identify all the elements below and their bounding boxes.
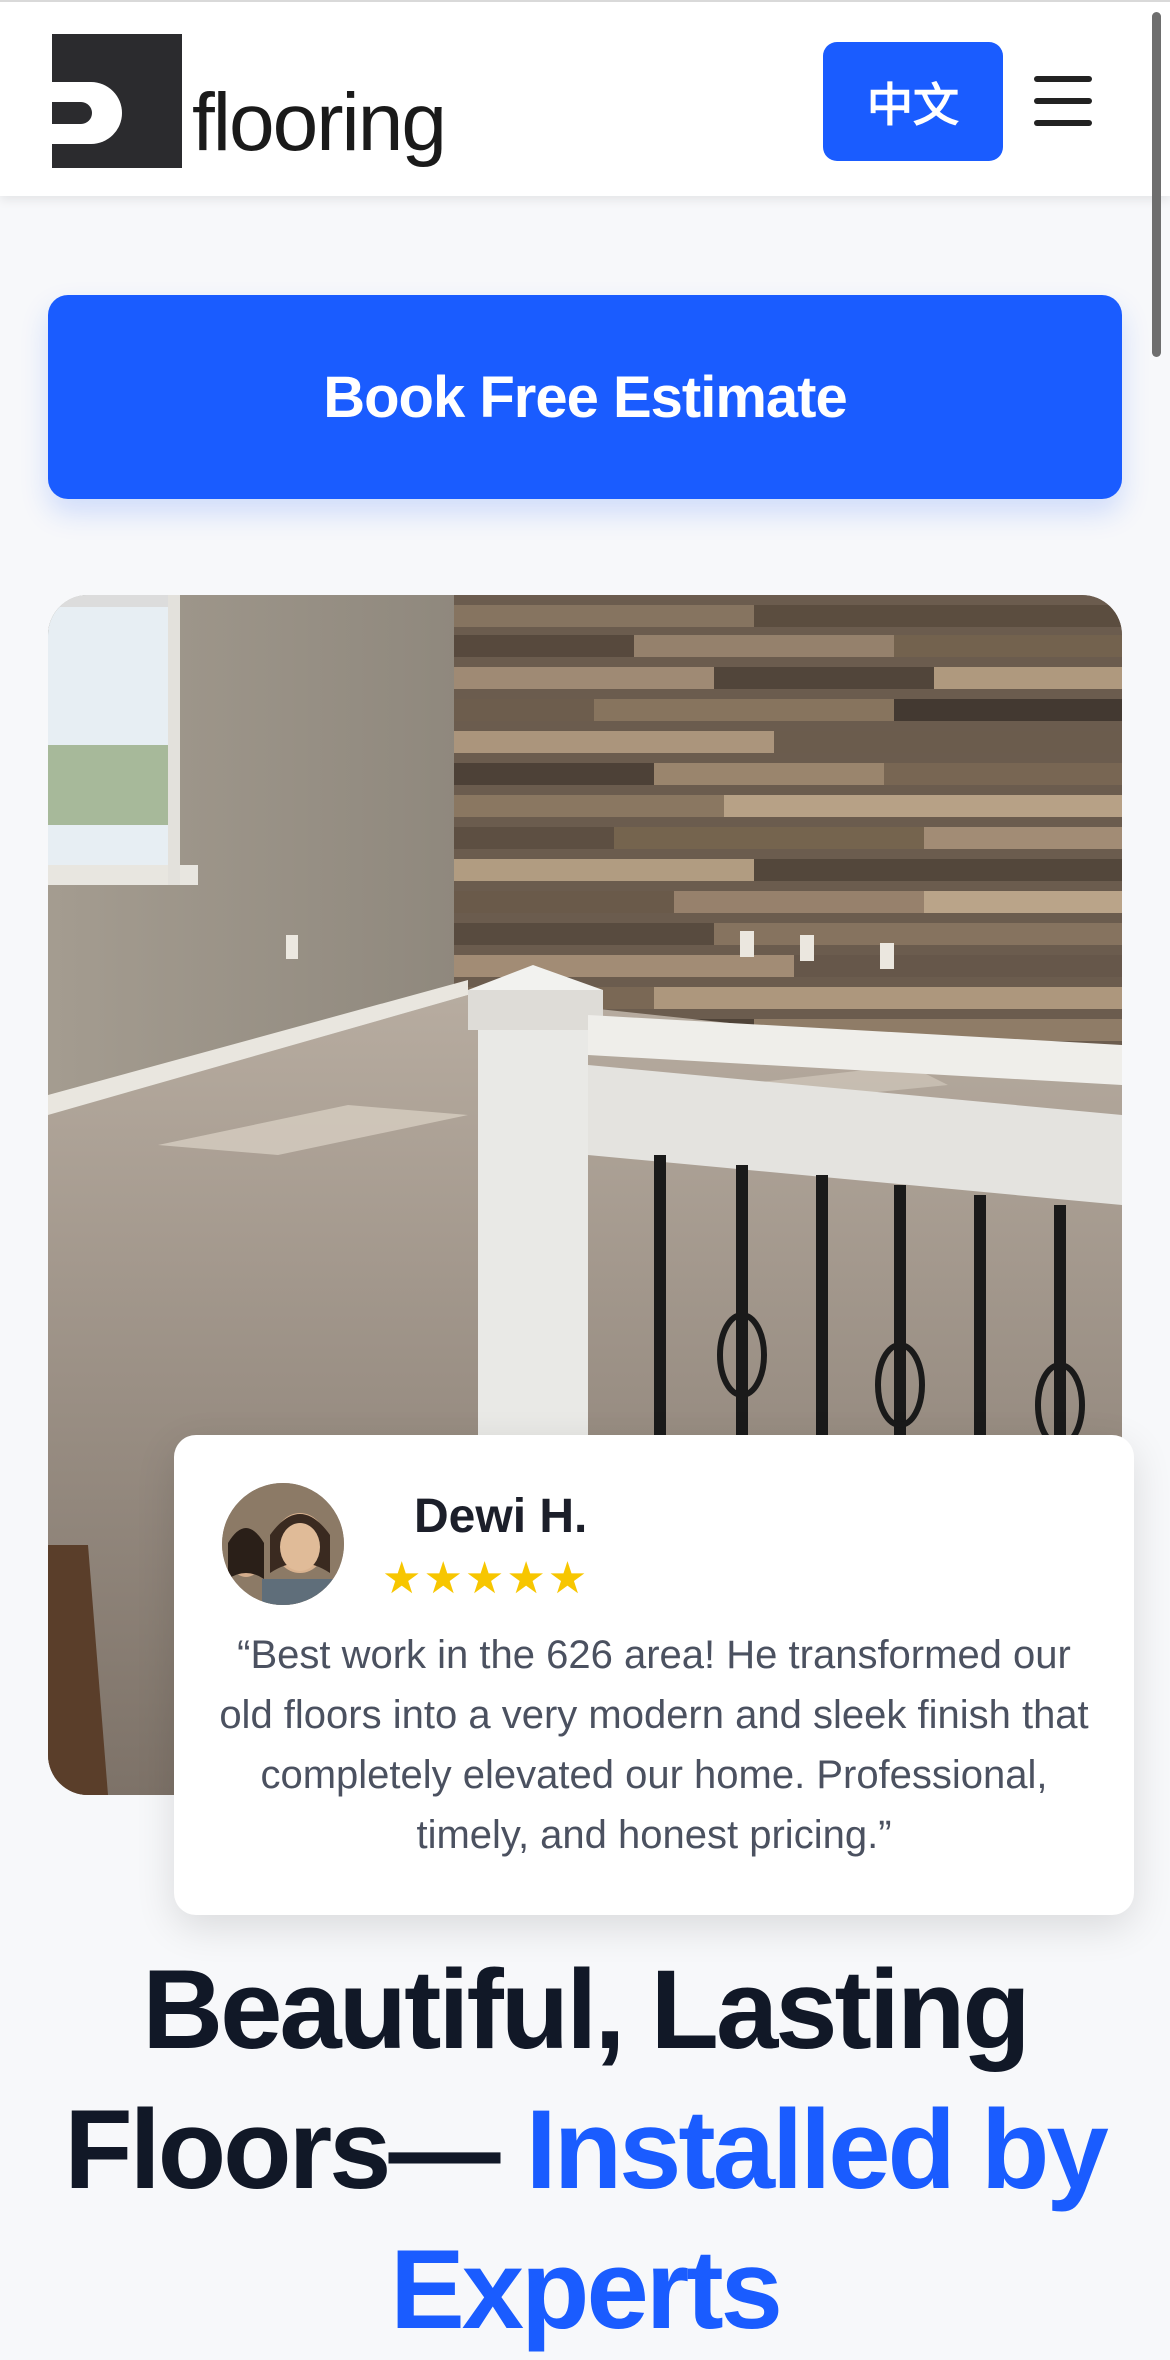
language-toggle-button[interactable]: 中文 [823,42,1003,161]
site-logo[interactable]: flooring [52,34,447,168]
hamburger-menu-icon[interactable] [1034,76,1092,126]
page-scrollbar[interactable] [1152,12,1161,357]
reviewer-avatar [222,1483,344,1605]
review-quote: “Best work in the 626 area! He transform… [219,1633,1089,1857]
star-rating-icon: ★★★★★ [382,1553,590,1604]
reviewer-name: Dewi H. [414,1490,588,1543]
hero-headline: Beautiful, Lasting Floors— Installed by … [40,1940,1130,2360]
site-header: flooring 中文 [0,0,1170,357]
customer-review-card: Dewi H. ★★★★★ “Best work in the 626 area… [174,1435,1134,1915]
logo-mark-icon [52,34,182,168]
logo-wordmark: flooring [192,77,447,168]
book-free-estimate-button[interactable]: Book Free Estimate [48,295,1122,499]
